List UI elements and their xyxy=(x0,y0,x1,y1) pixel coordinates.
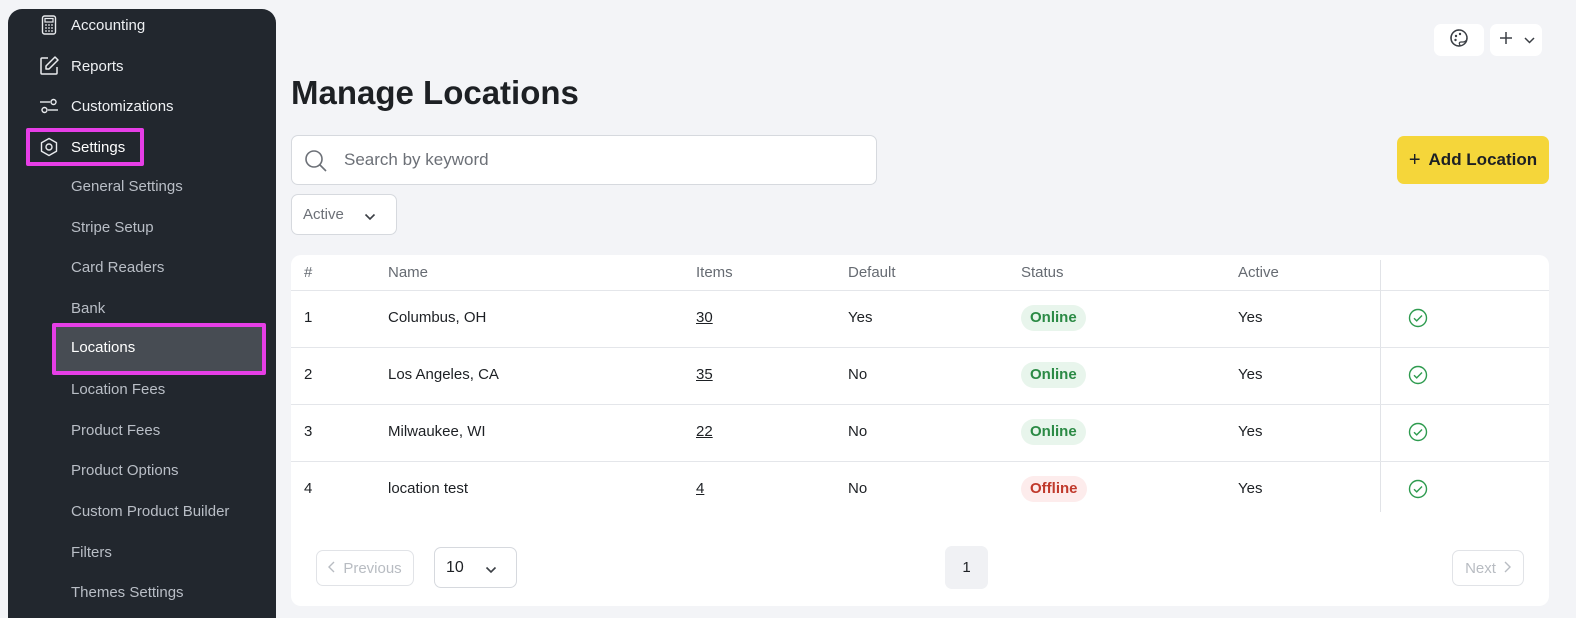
default-value: No xyxy=(848,480,868,497)
column-header-items: Items xyxy=(696,264,733,281)
locations-table: # Name Items Default Status Active 1 Col… xyxy=(291,255,1549,606)
default-value: No xyxy=(848,423,868,440)
previous-page-button[interactable]: Previous xyxy=(316,550,414,586)
table-row[interactable]: 3 Milwaukee, WI 22 No Online Yes xyxy=(291,404,1549,461)
sidebar-subitem-label: Locations xyxy=(71,339,136,356)
sidebar-subitem-bank[interactable]: Bank xyxy=(71,299,105,319)
palette-icon xyxy=(1449,28,1469,53)
next-label: Next xyxy=(1465,559,1496,577)
items-link[interactable]: 30 xyxy=(696,309,713,326)
edit-icon xyxy=(38,55,60,77)
sidebar-subitem-locations[interactable]: Locations xyxy=(56,327,262,371)
page-title: Manage Locations xyxy=(291,74,579,111)
sliders-icon xyxy=(38,95,60,117)
search-input[interactable] xyxy=(344,146,864,174)
sidebar-item-reports[interactable]: Reports xyxy=(8,48,276,84)
create-new-button[interactable] xyxy=(1490,24,1542,56)
column-header-active: Active xyxy=(1238,264,1279,281)
chevron-down-icon xyxy=(485,561,497,579)
active-value: Yes xyxy=(1238,423,1263,440)
search-box xyxy=(291,135,877,185)
chevron-down-icon xyxy=(364,208,376,225)
sidebar-item-accounting[interactable]: Accounting xyxy=(8,7,276,43)
app-frame: Accounting Reports Customizations Settin… xyxy=(0,0,1576,618)
status-badge: Online xyxy=(1021,305,1086,331)
items-link[interactable]: 22 xyxy=(696,423,713,440)
sidebar-subitem-product-options[interactable]: Product Options xyxy=(71,461,179,481)
sidebar-subitem-filters[interactable]: Filters xyxy=(71,543,112,563)
sidebar-subitem-themes-settings[interactable]: Themes Settings xyxy=(71,583,184,603)
table-row[interactable]: 4 location test 4 No Offline Yes xyxy=(291,461,1549,518)
page-size-value: 10 xyxy=(446,559,464,576)
locations-highlight: Locations xyxy=(52,323,266,375)
active-value: Yes xyxy=(1238,480,1263,497)
active-value: Yes xyxy=(1238,366,1263,383)
calculator-icon xyxy=(38,14,60,36)
sidebar: Accounting Reports Customizations Settin… xyxy=(8,9,276,618)
items-link[interactable]: 4 xyxy=(696,480,704,497)
status-badge: Offline xyxy=(1021,476,1087,502)
sidebar-item-label: Accounting xyxy=(71,16,146,34)
location-name: location test xyxy=(388,480,469,497)
location-name: Columbus, OH xyxy=(388,309,487,326)
status-filter-value: Active xyxy=(303,206,344,223)
check-circle-icon[interactable] xyxy=(1408,422,1428,447)
default-value: Yes xyxy=(848,309,873,326)
add-location-button[interactable]: + Add Location xyxy=(1397,136,1549,184)
chevron-right-icon xyxy=(1504,560,1511,577)
column-header-number: # xyxy=(304,264,313,281)
status-badge: Online xyxy=(1021,362,1086,388)
sidebar-subitem-product-fees[interactable]: Product Fees xyxy=(71,421,160,441)
default-value: No xyxy=(848,366,868,383)
plus-icon: + xyxy=(1408,148,1421,171)
location-name: Los Angeles, CA xyxy=(388,366,499,383)
chevron-left-icon xyxy=(328,560,335,577)
sidebar-subitem-stripe-setup[interactable]: Stripe Setup xyxy=(71,218,154,238)
plus-icon xyxy=(1498,30,1514,51)
row-number: 1 xyxy=(304,309,313,326)
sidebar-item-label: Reports xyxy=(71,57,124,75)
table-row[interactable]: 2 Los Angeles, CA 35 No Online Yes xyxy=(291,347,1549,404)
row-number: 2 xyxy=(304,366,313,383)
status-filter-select[interactable]: Active xyxy=(291,194,397,235)
previous-label: Previous xyxy=(343,559,402,577)
gear-icon xyxy=(38,136,60,158)
sidebar-subitem-general-settings[interactable]: General Settings xyxy=(71,177,183,197)
row-number: 4 xyxy=(304,480,313,497)
sidebar-item-label: Customizations xyxy=(71,97,174,115)
sidebar-item-customizations[interactable]: Customizations xyxy=(8,88,276,124)
column-header-default: Default xyxy=(848,264,896,281)
table-row[interactable]: 1 Columbus, OH 30 Yes Online Yes xyxy=(291,290,1549,347)
page-size-select[interactable]: 10 xyxy=(434,547,517,588)
page-number-current[interactable]: 1 xyxy=(945,546,988,589)
chevron-down-icon xyxy=(1523,31,1535,49)
location-name: Milwaukee, WI xyxy=(388,423,486,440)
check-circle-icon[interactable] xyxy=(1408,365,1428,390)
theme-button[interactable] xyxy=(1434,24,1484,56)
sidebar-subitem-location-fees[interactable]: Location Fees xyxy=(71,380,165,400)
row-number: 3 xyxy=(304,423,313,440)
search-icon xyxy=(304,149,328,178)
active-value: Yes xyxy=(1238,309,1263,326)
column-header-name: Name xyxy=(388,264,429,281)
items-link[interactable]: 35 xyxy=(696,366,713,383)
next-page-button[interactable]: Next xyxy=(1452,550,1524,586)
column-header-status: Status xyxy=(1021,264,1064,281)
sidebar-subitem-custom-product-builder[interactable]: Custom Product Builder xyxy=(71,502,229,522)
sidebar-item-label: Settings xyxy=(71,138,126,156)
status-badge: Online xyxy=(1021,419,1086,445)
check-circle-icon[interactable] xyxy=(1408,308,1428,333)
add-location-label: Add Location xyxy=(1428,150,1538,169)
sidebar-subitem-card-readers[interactable]: Card Readers xyxy=(71,258,164,278)
sidebar-item-settings[interactable]: Settings xyxy=(8,129,276,165)
check-circle-icon[interactable] xyxy=(1408,479,1428,504)
